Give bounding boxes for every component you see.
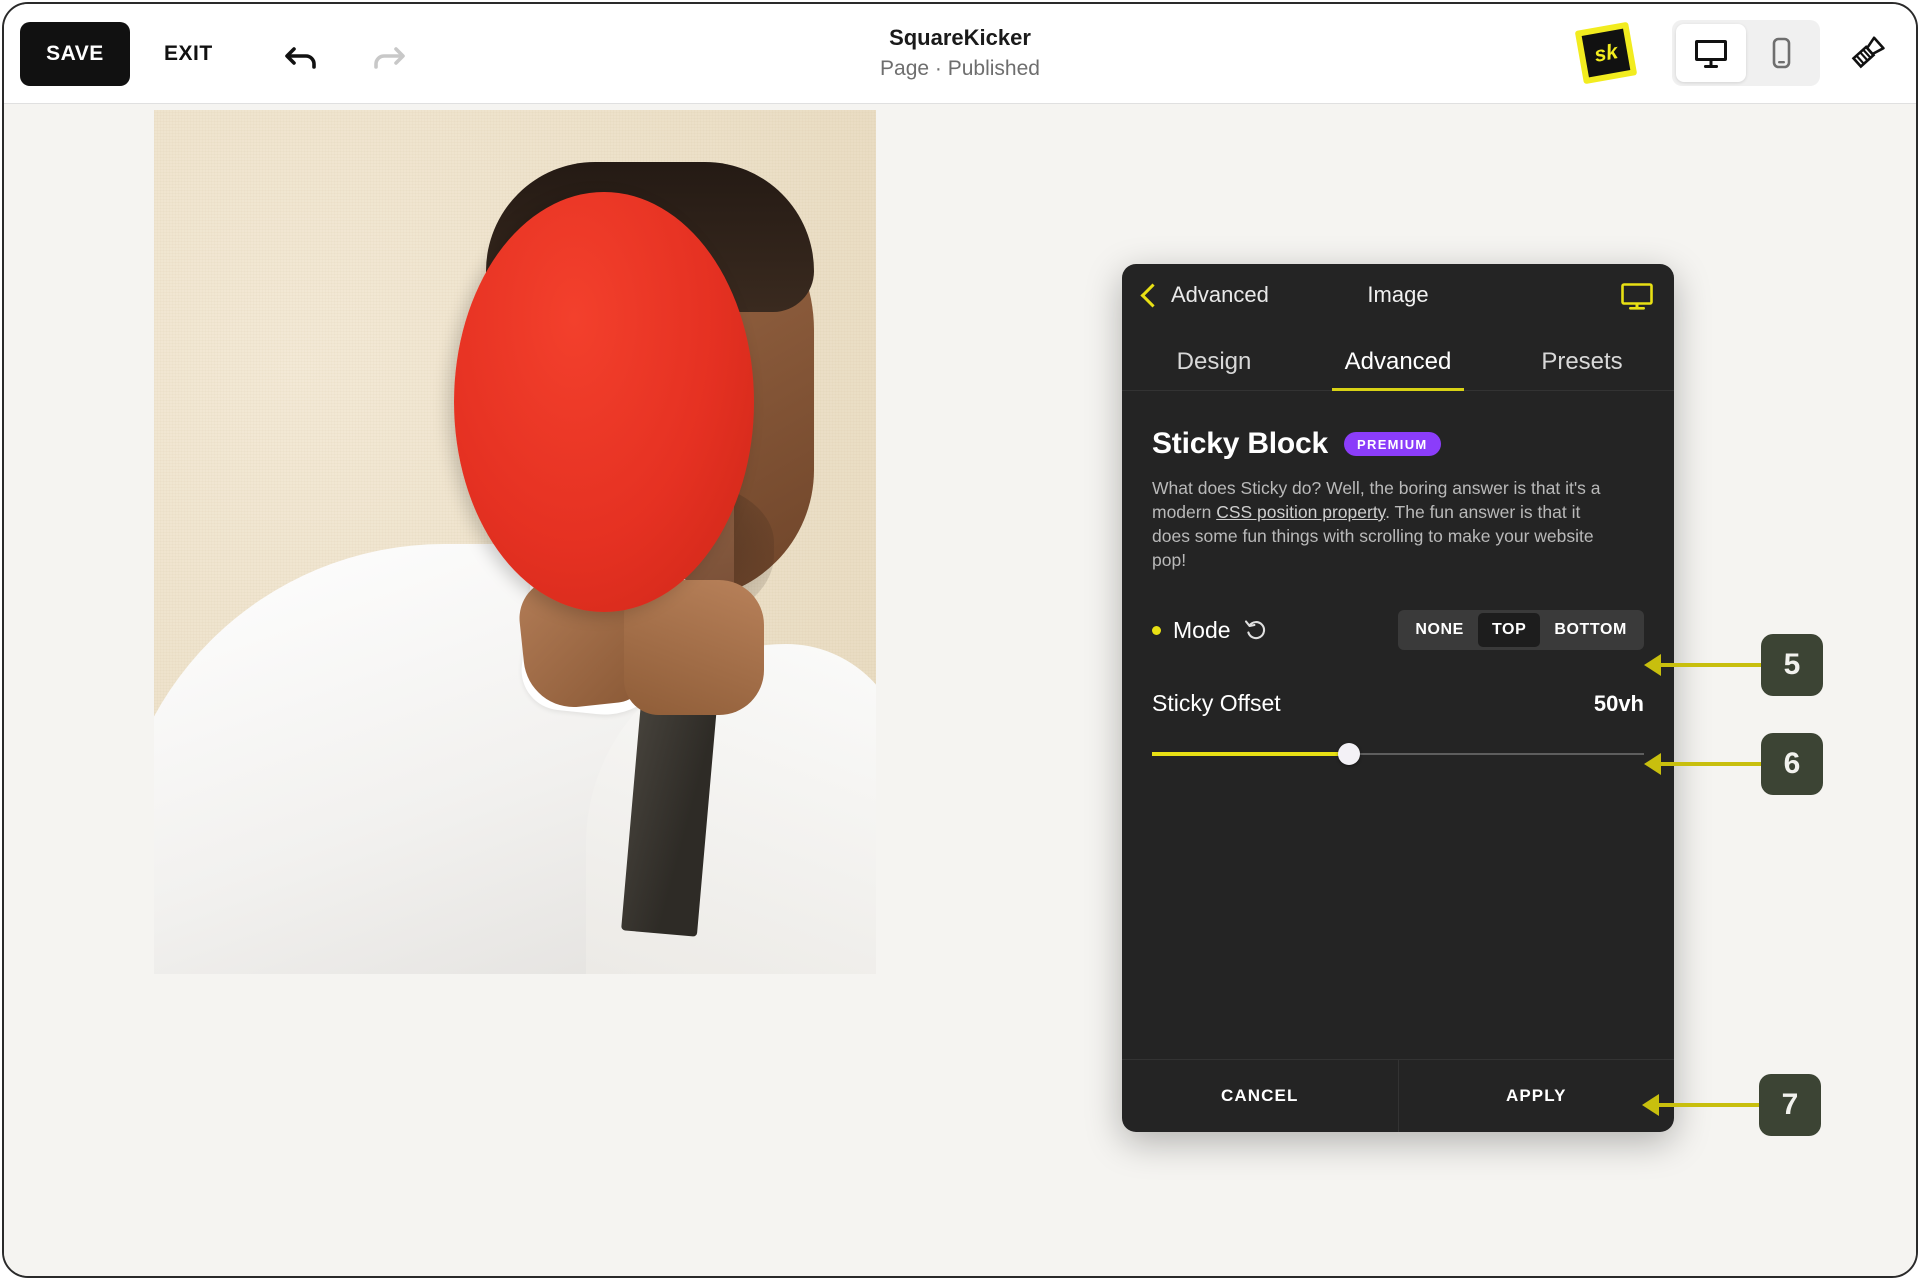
paint-brush-icon[interactable] xyxy=(1842,26,1894,78)
desktop-view-button[interactable] xyxy=(1676,24,1746,82)
undo-icon[interactable] xyxy=(276,30,328,82)
mode-option-top[interactable]: TOP xyxy=(1478,613,1540,647)
tab-presets-label: Presets xyxy=(1541,348,1622,376)
chevron-left-icon xyxy=(1140,283,1164,307)
mobile-view-button[interactable] xyxy=(1746,24,1816,82)
save-button-label: SAVE xyxy=(46,42,104,66)
image-block[interactable] xyxy=(154,110,876,974)
photo-red-paddle xyxy=(454,192,754,612)
exit-button-label: EXIT xyxy=(164,42,213,66)
undo-arrow-glyph xyxy=(281,35,323,77)
mode-option-top-label: TOP xyxy=(1492,621,1526,638)
mode-option-none[interactable]: NONE xyxy=(1401,613,1478,647)
callout-badge-6: 6 xyxy=(1761,733,1823,795)
mode-option-bottom[interactable]: BOTTOM xyxy=(1540,613,1641,647)
callout-badge-7: 7 xyxy=(1759,1074,1821,1136)
save-button[interactable]: SAVE xyxy=(20,22,130,86)
redo-arrow-glyph xyxy=(367,35,409,77)
panel-tabs: Design Advanced Presets xyxy=(1122,334,1674,391)
apply-button-label: APPLY xyxy=(1506,1086,1567,1106)
panel-footer: CANCEL APPLY xyxy=(1122,1059,1674,1132)
sticky-offset-head: Sticky Offset 50vh xyxy=(1152,690,1644,717)
callout-badge-6-number: 6 xyxy=(1784,747,1801,781)
feature-header: Sticky Block PREMIUM xyxy=(1152,427,1644,461)
tab-presets[interactable]: Presets xyxy=(1490,334,1674,390)
cancel-button-label: CANCEL xyxy=(1221,1086,1298,1106)
modified-indicator-dot xyxy=(1152,626,1161,635)
top-toolbar: SAVE EXIT SquareKicker Page · Publis xyxy=(4,4,1916,104)
callout-badge-7-number: 7 xyxy=(1782,1088,1799,1122)
callout-7-arrow-line xyxy=(1656,1103,1761,1107)
callout-5-arrow-line xyxy=(1658,663,1763,667)
mode-option-bottom-label: BOTTOM xyxy=(1554,621,1627,638)
mode-label: Mode xyxy=(1173,617,1231,644)
sticky-offset-row: Sticky Offset 50vh xyxy=(1152,690,1644,765)
apply-button[interactable]: APPLY xyxy=(1399,1060,1675,1132)
settings-panel: Advanced Image Design xyxy=(1122,264,1674,1132)
panel-header: Advanced Image xyxy=(1122,264,1674,334)
callout-6-arrow-line xyxy=(1658,762,1763,766)
squarekicker-logo[interactable]: sk xyxy=(1575,22,1638,85)
reset-arrow-glyph xyxy=(1243,617,1269,643)
redo-icon[interactable] xyxy=(362,30,414,82)
desktop-monitor-glyph xyxy=(1620,282,1654,312)
mode-option-none-label: NONE xyxy=(1415,621,1464,638)
premium-badge: PREMIUM xyxy=(1344,432,1441,456)
feature-title: Sticky Block xyxy=(1152,427,1328,461)
desktop-monitor-icon xyxy=(1691,35,1731,71)
reset-undo-icon[interactable] xyxy=(1243,617,1269,643)
cancel-button[interactable]: CANCEL xyxy=(1122,1060,1398,1132)
tab-advanced-label: Advanced xyxy=(1345,348,1452,376)
callout-badge-5-number: 5 xyxy=(1784,648,1801,682)
app-window: SAVE EXIT SquareKicker Page · Publis xyxy=(2,2,1918,1278)
panel-back-label: Advanced xyxy=(1171,282,1269,308)
editor-canvas: Advanced Image Design xyxy=(4,104,1916,1276)
tab-design-label: Design xyxy=(1177,348,1252,376)
sticky-offset-label: Sticky Offset xyxy=(1152,690,1281,717)
css-position-property-link[interactable]: CSS position property xyxy=(1216,502,1385,522)
slider-fill xyxy=(1152,752,1349,756)
panel-body: Sticky Block PREMIUM What does Sticky do… xyxy=(1122,391,1674,1059)
squarekicker-logo-text: sk xyxy=(1582,29,1631,78)
sticky-offset-slider[interactable] xyxy=(1152,743,1644,765)
slider-thumb[interactable] xyxy=(1338,743,1360,765)
mode-row: Mode NONE xyxy=(1152,610,1644,650)
tab-design[interactable]: Design xyxy=(1122,334,1306,390)
callout-badge-5: 5 xyxy=(1761,634,1823,696)
mobile-phone-icon xyxy=(1761,35,1801,71)
mode-label-group: Mode xyxy=(1152,617,1269,644)
paint-brush-glyph xyxy=(1844,28,1892,76)
exit-button[interactable]: EXIT xyxy=(164,36,213,72)
feature-description: What does Sticky do? Well, the boring an… xyxy=(1152,476,1622,572)
panel-back-button[interactable]: Advanced xyxy=(1144,282,1269,308)
mode-segmented-control: NONE TOP BOTTOM xyxy=(1398,610,1644,650)
tab-advanced[interactable]: Advanced xyxy=(1306,334,1490,390)
panel-desktop-monitor-icon[interactable] xyxy=(1620,282,1654,317)
device-preview-toggle xyxy=(1672,20,1820,86)
sticky-offset-value: 50vh xyxy=(1594,691,1644,717)
